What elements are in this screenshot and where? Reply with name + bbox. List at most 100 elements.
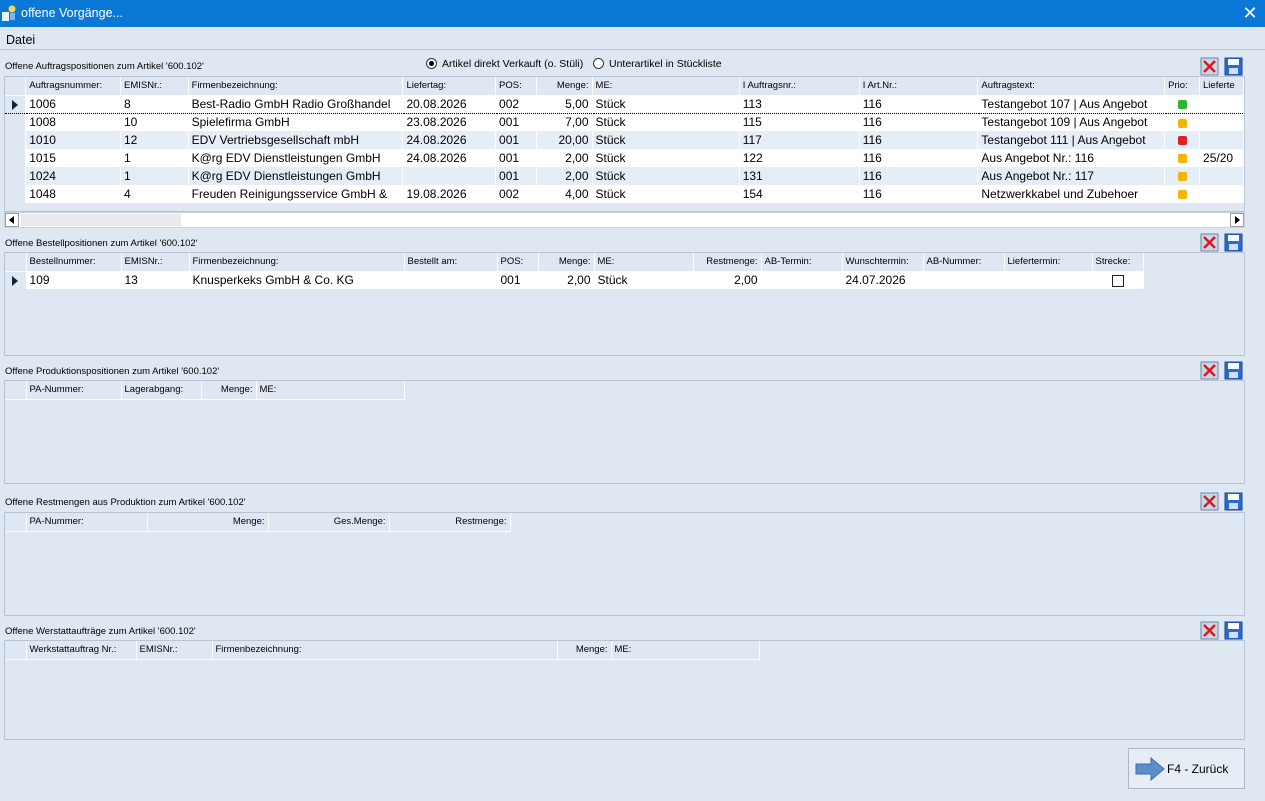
col-i-auftragsnr[interactable]: I Auftragsnr.: (739, 77, 860, 96)
auftrag-horizontal-scrollbar[interactable] (4, 212, 1245, 228)
cell-lieftermin (1199, 131, 1244, 149)
col-menge[interactable]: Menge: (538, 253, 595, 272)
row-indicator-header (5, 253, 27, 272)
row-indicator[interactable] (5, 149, 27, 167)
delete-x-icon[interactable] (1200, 233, 1219, 252)
col-ab-termin[interactable]: AB-Termin: (761, 253, 843, 272)
produktion-grid: PA-Nummer: Lagerabgang: Menge: ME: (4, 380, 1245, 484)
col-emisnr[interactable]: EMISNr.: (121, 253, 190, 272)
row-pointer-icon (12, 276, 19, 287)
cell-lieftermin (1199, 167, 1244, 185)
cell-liefertag (402, 167, 497, 185)
col-liefertermin[interactable]: Lieferte (1199, 77, 1244, 96)
cell-prio (1164, 185, 1201, 203)
col-liefertag[interactable]: Liefertag: (402, 77, 497, 96)
cell-menge: 20,00 (536, 131, 593, 149)
close-icon[interactable]: ✕ (1241, 3, 1259, 23)
cell-iauftrag: 115 (739, 113, 860, 131)
prio-yellow-icon (1177, 172, 1187, 182)
auftrag-row[interactable]: 1010 12 EDV Vertriebsgesellschaft mbH 24.08… (5, 131, 1244, 149)
arrow-right-icon (1135, 757, 1165, 781)
produktion-section-title: Offene Produktionspositionen zum Artikel… (5, 366, 220, 377)
strecke-checkbox[interactable] (1111, 275, 1124, 288)
col-firmenbezeichnung[interactable]: Firmenbezeichnung: (189, 253, 405, 272)
col-me[interactable]: ME: (594, 253, 694, 272)
radio-unterartikel[interactable]: Unterartikel in Stückliste (593, 58, 722, 70)
col-menge[interactable]: Menge: (536, 77, 593, 96)
col-prio[interactable]: Prio: (1164, 77, 1201, 96)
col-ges-menge[interactable]: Ges.Menge: (268, 513, 390, 532)
scroll-thumb[interactable] (21, 214, 181, 226)
col-me[interactable]: ME: (256, 381, 405, 400)
delete-x-icon[interactable] (1200, 621, 1219, 640)
col-pa-nummer[interactable]: PA-Nummer: (26, 381, 122, 400)
col-bestellt-am[interactable]: Bestellt am: (404, 253, 498, 272)
row-indicator[interactable] (5, 167, 27, 185)
col-wunschtermin[interactable]: Wunschtermin: (842, 253, 924, 272)
cell-nr: 109 (26, 271, 122, 289)
cell-nr: 1010 (25, 131, 121, 149)
radio-direkt-verkauft[interactable]: Artikel direkt Verkauft (o. Stüli) (426, 58, 583, 70)
bestell-row[interactable]: 109 13 Knusperkeks GmbH & Co. KG 001 2,00 Stü… (5, 271, 1144, 289)
auftrag-row[interactable]: 1024 1 K@rg EDV Dienstleistungen GmbH 001 2,… (5, 167, 1244, 185)
cell-pos: 001 (495, 167, 537, 185)
col-restmenge[interactable]: Restmenge: (389, 513, 511, 532)
rest-table: PA-Nummer: Menge: Ges.Menge: Restmenge: (5, 513, 511, 532)
cell-text: Testangebot 111 | Aus Angebot (977, 131, 1166, 149)
back-button[interactable]: F4 - Zurück (1128, 748, 1245, 789)
cell-pos: 001 (495, 149, 537, 167)
col-me[interactable]: ME: (592, 77, 740, 96)
col-firmenbezeichnung[interactable]: Firmenbezeichnung: (188, 77, 404, 96)
auftrag-row[interactable]: 1008 10 Spielefirma GmbH 23.08.2026 001 7,00 S… (5, 113, 1244, 131)
cell-me: Stück (592, 131, 740, 149)
auftrag-row[interactable]: 1006 8 Best-Radio GmbH Radio Großhandel 20.… (5, 94, 1244, 114)
col-me[interactable]: ME: (611, 641, 760, 660)
cell-emis: 10 (120, 113, 189, 131)
col-strecke[interactable]: Strecke: (1092, 253, 1144, 272)
cell-pos: 001 (495, 131, 537, 149)
delete-x-icon[interactable] (1200, 57, 1219, 76)
scroll-right-button[interactable] (1230, 213, 1244, 227)
col-menge[interactable]: Menge: (557, 641, 612, 660)
row-indicator[interactable] (5, 185, 27, 203)
col-bestellnummer[interactable]: Bestellnummer: (26, 253, 122, 272)
col-auftragstext[interactable]: Auftragstext: (977, 77, 1166, 96)
col-werkstattauftrag-nr[interactable]: Werkstattauftrag Nr.: (26, 641, 137, 660)
row-indicator[interactable] (5, 131, 27, 149)
auftrag-row[interactable]: 1048 4 Freuden Reinigungsservice GmbH & 19.… (5, 185, 1244, 203)
col-restmenge[interactable]: Restmenge: (693, 253, 762, 272)
save-disk-icon[interactable] (1224, 621, 1243, 640)
save-disk-icon[interactable] (1224, 233, 1243, 252)
col-i-artnr[interactable]: I Art.Nr.: (859, 77, 979, 96)
row-indicator[interactable] (5, 94, 27, 114)
col-liefertermin[interactable]: Liefertermin: (1004, 253, 1093, 272)
menu-datei[interactable]: Datei (6, 33, 35, 47)
cell-liefertag: 24.08.2026 (402, 149, 497, 167)
delete-x-icon[interactable] (1200, 361, 1219, 380)
cell-nr: 1024 (25, 167, 121, 185)
col-pos[interactable]: POS: (495, 77, 537, 96)
save-disk-icon[interactable] (1224, 492, 1243, 511)
col-emisnr[interactable]: EMISNr.: (120, 77, 189, 96)
col-ab-nummer[interactable]: AB-Nummer: (923, 253, 1005, 272)
save-disk-icon[interactable] (1224, 361, 1243, 380)
scroll-left-button[interactable] (5, 213, 19, 227)
col-lagerabgang[interactable]: Lagerabgang: (121, 381, 202, 400)
row-indicator[interactable] (5, 271, 27, 289)
col-menge[interactable]: Menge: (147, 513, 269, 532)
col-firmenbezeichnung[interactable]: Firmenbezeichnung: (212, 641, 558, 660)
col-pos[interactable]: POS: (497, 253, 539, 272)
col-emisnr[interactable]: EMISNr.: (136, 641, 213, 660)
col-menge[interactable]: Menge: (201, 381, 257, 400)
col-pa-nummer[interactable]: PA-Nummer: (26, 513, 148, 532)
auftrag-grid: Auftragsnummer: EMISNr.: Firmenbezeichnu… (4, 76, 1245, 212)
cell-text: Testangebot 107 | Aus Angebot (977, 94, 1166, 114)
cell-me: Stück (592, 113, 740, 131)
row-indicator[interactable] (5, 113, 27, 131)
save-disk-icon[interactable] (1224, 57, 1243, 76)
col-auftragsnummer[interactable]: Auftragsnummer: (25, 77, 121, 96)
app-icon (2, 5, 16, 21)
auftrag-row[interactable]: 1015 1 K@rg EDV Dienstleistungen GmbH 24.08… (5, 149, 1244, 167)
prio-red-icon (1177, 136, 1187, 146)
delete-x-icon[interactable] (1200, 492, 1219, 511)
